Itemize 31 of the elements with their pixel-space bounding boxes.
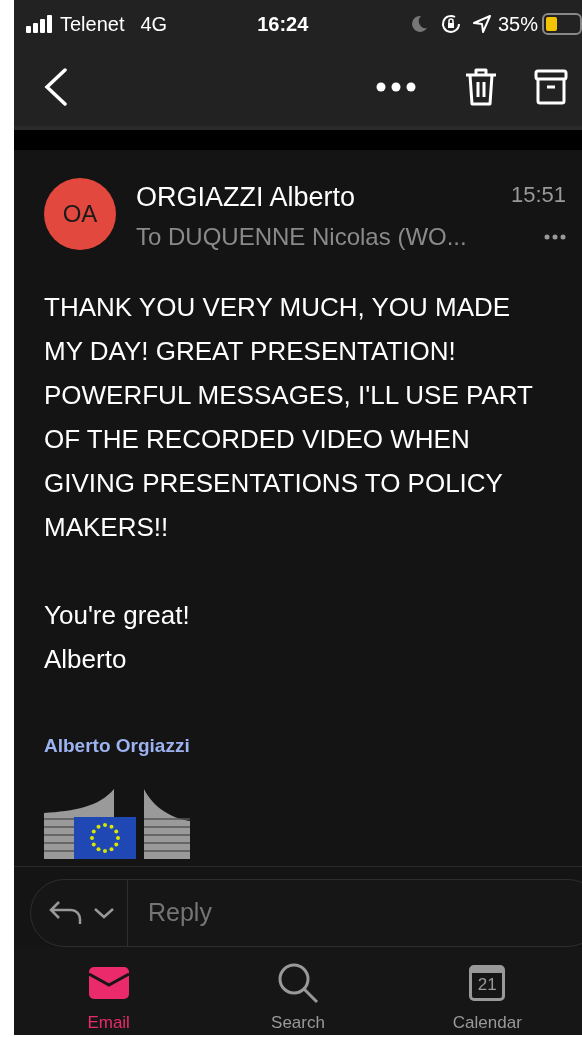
location-icon <box>471 14 492 34</box>
tab-item[interactable]: Email <box>38 958 179 1035</box>
tab-item[interactable]: Search <box>228 958 368 1035</box>
reply-field[interactable]: Reply <box>30 878 582 947</box>
more-icon[interactable] <box>544 234 566 240</box>
rotation-lock-icon <box>439 13 462 35</box>
trash-icon[interactable] <box>464 67 498 107</box>
message-paragraph: You're great! Alberto <box>44 599 191 676</box>
battery-percent: 35% <box>497 12 538 36</box>
back-icon[interactable] <box>44 68 68 106</box>
archive-icon[interactable] <box>534 69 568 105</box>
network-type: 4G <box>140 12 168 36</box>
message-time: 15:51 <box>510 182 566 209</box>
calendar-icon: 21 <box>469 964 506 1001</box>
moon-icon <box>409 15 428 33</box>
reply-icon[interactable] <box>49 899 83 926</box>
sender-name: ORGIAZZI Alberto <box>136 182 356 213</box>
logo-icon <box>44 789 190 859</box>
recipient-line[interactable]: To DUQUENNE Nicolas (WO... <box>136 223 467 251</box>
tab-item[interactable]: 21 Calendar <box>417 958 558 1035</box>
reply-input[interactable]: Reply <box>146 897 582 928</box>
message-paragraph: THANK YOU VERY MUCH, YOU MADE MY DAY! GREAT PRESENTATION! POWERFUL MESSAGES, I'LL USE PART OF THE RECORDED VIDEO WHEN GIVING PRESENTATIONS TO POLICY MAKERS!! <box>44 291 534 544</box>
battery-icon <box>542 13 582 35</box>
mail-icon <box>86 964 131 1001</box>
signature-name[interactable]: Alberto Orgiazzi <box>14 681 582 757</box>
clock-time: 16:24 <box>257 12 309 36</box>
carrier-name: Telenet <box>60 12 125 36</box>
caret-icon[interactable] <box>93 905 115 920</box>
signal-icon <box>26 14 54 34</box>
sender-avatar: OA <box>44 178 116 250</box>
more-icon[interactable] <box>376 82 416 92</box>
